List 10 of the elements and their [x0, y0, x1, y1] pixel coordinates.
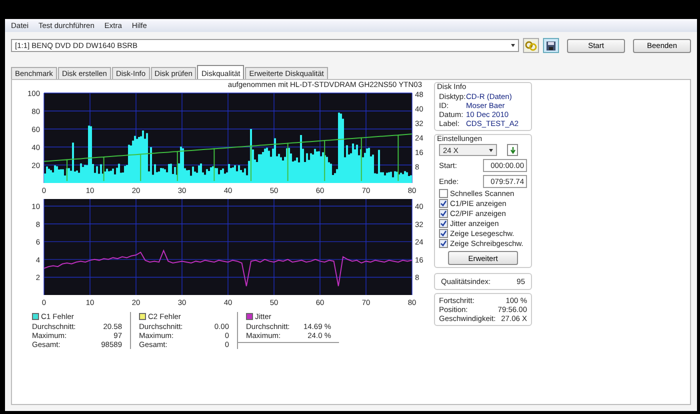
checkbox[interactable]	[439, 189, 448, 198]
checkbox[interactable]	[439, 199, 448, 208]
checkbox[interactable]	[439, 219, 448, 228]
checkbox[interactable]	[439, 239, 448, 248]
caret-icon	[489, 148, 493, 152]
refresh-icon[interactable]	[507, 144, 518, 156]
checkbox[interactable]	[439, 209, 448, 218]
caret-icon	[511, 44, 515, 47]
checkbox[interactable]	[439, 229, 448, 238]
save-icon[interactable]	[543, 38, 559, 53]
